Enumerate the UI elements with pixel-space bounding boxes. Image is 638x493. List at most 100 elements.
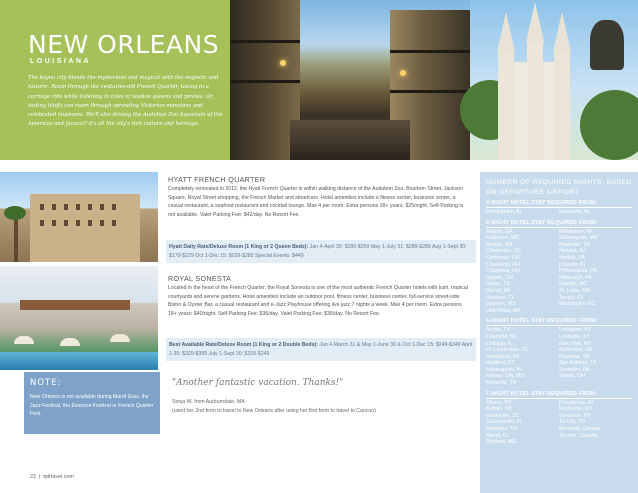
- nights-section: 4-NIGHT HOTEL STAY REQUIRED FROM: Birming…: [486, 200, 632, 216]
- departure-city: Orlando, FL: [559, 261, 587, 268]
- departure-city: Charlotte, NC: [486, 333, 518, 340]
- nights-section: 6-NIGHT HOTEL STAY REQUIRED FROM: Austin,…: [486, 318, 632, 386]
- departure-city: Portland, ME: [486, 439, 516, 446]
- window: [64, 220, 68, 226]
- departure-city: Charleston, SC: [486, 248, 522, 255]
- window: [52, 220, 56, 226]
- departure-city: Louisville, KY: [559, 333, 591, 340]
- departure-city: Montreal, Canada: [559, 426, 601, 433]
- nights-section-title: 5-NIGHT HOTEL STAY REQUIRED FROM:: [486, 220, 632, 228]
- rate-label: Hyatt Daily Rate/Deluxe Room (1 King or …: [169, 244, 309, 250]
- city-column-right: Milwaukee, WI Minneapolis, MN Nashville, T…: [559, 229, 632, 315]
- required-nights-sidebar: NUMBER OF REQUIRED NIGHTS, BASED ON DEPA…: [480, 172, 638, 493]
- departure-city: Austin, TX: [486, 327, 510, 334]
- window: [52, 204, 56, 210]
- umbrella: [110, 334, 130, 342]
- st-louis-cathedral-photo: [460, 0, 638, 160]
- departure-city: Philadelphia, PA: [559, 268, 597, 275]
- rate-box-hyatt: Hyatt Daily Rate/Deluxe Room (1 King or …: [166, 240, 476, 264]
- note-body: New Orleans is not available during Mard…: [30, 394, 154, 417]
- departure-city: Norfolk, VA: [559, 254, 585, 261]
- hotel-facade: [30, 194, 140, 262]
- cathedral-tower: [498, 50, 514, 160]
- nights-section: 5-NIGHT HOTEL STAY REQUIRED FROM: Atlanta…: [486, 220, 632, 315]
- balcony: [230, 40, 300, 43]
- jackson-statue: [590, 20, 624, 70]
- balcony: [230, 80, 300, 83]
- city-column-right: Huntsville, AL: [559, 209, 632, 216]
- hotel-description-royal-sonesta: Located in the heart of the French Quart…: [168, 285, 468, 318]
- testimonial-name: Sonja W. from Aurburndale, MA: [172, 399, 245, 405]
- title-panel: NEW ORLEANS LOUISIANA The bayou city ble…: [0, 0, 230, 160]
- intro-text: The bayou city blends the mysterious and…: [28, 75, 223, 128]
- umbrella: [60, 338, 80, 346]
- departure-city: Memphis, TN: [486, 426, 517, 433]
- note-heading: NOTE:: [30, 378, 62, 388]
- departure-city: St. Louis, MO: [559, 287, 591, 294]
- window: [64, 204, 68, 210]
- city-columns: Atlanta, GA Baltimore, MD Boston, MA Charle…: [486, 229, 632, 315]
- balcony: [390, 90, 470, 93]
- cathedral-spire: [553, 12, 571, 52]
- cathedral-spire: [497, 12, 515, 52]
- window: [88, 204, 92, 210]
- departure-city: Tampa, FL: [559, 294, 584, 301]
- departure-city: Minneapolis, MN: [559, 235, 598, 242]
- departure-city: Providence, RI: [559, 399, 594, 406]
- departure-city: Knoxville, TN: [486, 380, 517, 387]
- window: [100, 220, 104, 226]
- note-box: NOTE: New Orleans is not available durin…: [24, 372, 160, 434]
- footer-site: tpitravel.com: [43, 474, 74, 480]
- departure-city: Rochester, NY: [559, 406, 593, 413]
- departure-city: Pittsburgh, PA: [559, 274, 592, 281]
- street-lamp: [400, 70, 406, 76]
- courtyard-roof: [20, 300, 130, 310]
- page-footer: 22 | tpitravel.com: [30, 474, 74, 480]
- city-column-left: Albany, NY Buffalo, NY Greenville, SC Jacks…: [486, 400, 559, 446]
- departure-city: Atlanta, GA: [486, 228, 513, 235]
- departure-city: Greenville, SC: [486, 412, 520, 419]
- pool: [0, 352, 158, 370]
- french-quarter-street-photo: [230, 0, 470, 160]
- departure-city: Jacksonville, FL: [486, 419, 523, 426]
- window: [76, 220, 80, 226]
- page-title: NEW ORLEANS: [28, 30, 220, 59]
- departure-city: Roanoke, VA: [559, 353, 590, 360]
- window: [40, 220, 44, 226]
- departure-city: Cleveland, OH: [486, 261, 520, 268]
- departure-city: Ft. Lauderdale, FL: [486, 347, 529, 354]
- departure-city: Harrisburg, PA: [486, 353, 520, 360]
- window: [88, 220, 92, 226]
- departure-city: Columbus, OH: [486, 268, 521, 275]
- palm-frond: [4, 206, 26, 220]
- cathedral-spire: [526, 2, 544, 42]
- departure-city: Boston, MA: [486, 241, 513, 248]
- departure-city: Cincinnati, OH: [486, 254, 520, 261]
- window: [100, 204, 104, 210]
- street-lamp: [280, 60, 286, 66]
- departure-city: Dallas, TX: [486, 281, 510, 288]
- window: [112, 204, 116, 210]
- testimonial-context: (used her 2nd form to travel to New Orle…: [172, 407, 376, 414]
- departure-city: Hartford, CT: [486, 360, 515, 367]
- city-column-right: Lexington, KY Louisville, KY New York, NY R…: [559, 327, 632, 386]
- departure-city: Scranton, PA: [559, 366, 590, 373]
- sidebar-heading: NUMBER OF REQUIRED NIGHTS, BASED ON DEPA…: [486, 179, 632, 196]
- departure-city: Washington DC: [559, 301, 596, 308]
- window: [76, 204, 80, 210]
- nights-section-title: 4-NIGHT HOTEL STAY REQUIRED FROM:: [486, 200, 632, 208]
- window: [112, 220, 116, 226]
- departure-city: Chicago, IL: [486, 340, 513, 347]
- departure-city: Newark, NJ: [559, 248, 586, 255]
- cathedral-tower: [554, 50, 570, 160]
- hotel-description-hyatt: Completely renovated in 2012, the Hyatt …: [168, 186, 464, 219]
- nights-section-title: 6-NIGHT HOTEL STAY REQUIRED FROM:: [486, 318, 632, 327]
- departure-city: Toledo, OH: [559, 373, 585, 380]
- balcony: [390, 50, 470, 53]
- departure-city: Syracuse, NY: [559, 412, 591, 419]
- royal-sonesta-courtyard-photo: [0, 266, 158, 370]
- rate-label: Best Available Rate/Deluxe Room (1 King …: [169, 342, 318, 348]
- departure-city: Jackson, MS: [486, 301, 516, 308]
- hotel-name-royal-sonesta: ROYAL SONESTA: [168, 274, 232, 283]
- departure-city: Tri-City, TN: [559, 419, 585, 426]
